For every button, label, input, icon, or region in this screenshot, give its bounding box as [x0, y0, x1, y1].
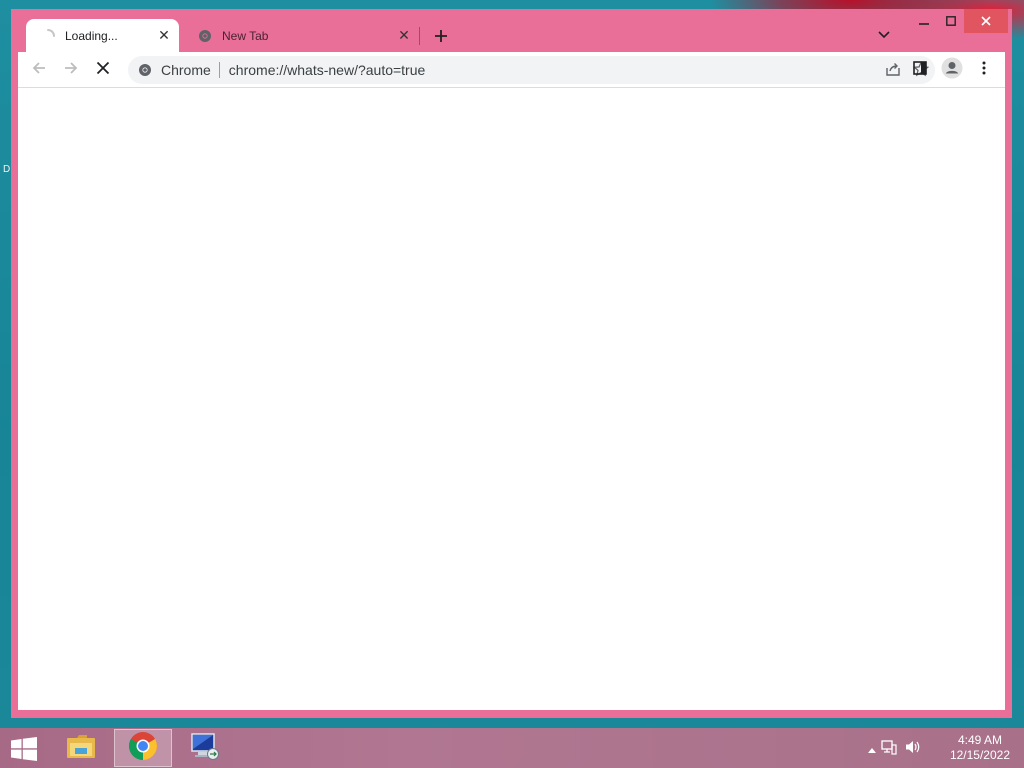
tab-loading[interactable]: Loading... ✕ [26, 19, 179, 52]
chrome-logo-icon [128, 731, 158, 766]
close-icon[interactable]: ✕ [155, 27, 173, 45]
speaker-icon [905, 739, 921, 760]
three-dot-menu-icon [982, 61, 986, 80]
address-bar[interactable]: Chrome chrome://whats-new/?auto=true [128, 56, 935, 84]
tab-title: Loading... [65, 28, 118, 43]
chevron-down-icon [878, 26, 890, 44]
taskbar-file-explorer[interactable] [52, 729, 110, 767]
network-button[interactable] [881, 739, 897, 760]
windows-logo-icon [10, 737, 38, 765]
forward-button[interactable] [59, 58, 83, 82]
share-button[interactable] [879, 56, 907, 84]
start-button[interactable] [10, 737, 38, 761]
browser-window: Loading... ✕ New Tab ✕ Chrome chrome://w… [11, 9, 1012, 718]
tab-new-tab[interactable]: New Tab ✕ [183, 19, 419, 52]
volume-button[interactable] [905, 739, 921, 760]
window-controls [910, 9, 1008, 33]
new-tab-button[interactable] [429, 25, 453, 47]
close-window-button[interactable] [964, 9, 1008, 33]
clock-time: 4:49 AM [957, 733, 1002, 747]
url-text[interactable]: chrome://whats-new/?auto=true [229, 62, 426, 78]
forward-arrow-icon [63, 60, 79, 81]
chrome-icon [137, 62, 153, 78]
profile-icon [941, 57, 963, 84]
clock[interactable]: 4:49 AM 12/15/2022 [950, 733, 1010, 763]
loading-spinner-icon [40, 28, 56, 44]
tab-strip: Loading... ✕ New Tab ✕ [11, 9, 1012, 52]
desktop-icon-label[interactable]: D [3, 164, 10, 175]
tab-separator [419, 27, 420, 45]
side-panel-button[interactable] [908, 58, 932, 82]
clock-date: 12/15/2022 [949, 748, 1010, 762]
taskbar: 4:49 AM 12/15/2022 [0, 728, 1024, 768]
folder-icon [65, 732, 97, 765]
taskbar-chrome[interactable] [114, 729, 172, 767]
remote-desktop-icon [189, 731, 221, 766]
system-tray: 4:49 AM 12/15/2022 [864, 728, 1024, 768]
tab-search-button[interactable] [875, 26, 893, 44]
caret-up-icon [868, 740, 876, 758]
close-icon[interactable]: ✕ [395, 27, 413, 45]
maximize-button[interactable] [937, 9, 964, 33]
menu-button[interactable] [972, 58, 996, 82]
browser-toolbar: Chrome chrome://whats-new/?auto=true [18, 52, 1005, 88]
network-icon [881, 739, 897, 760]
side-panel-icon [913, 60, 927, 80]
stop-icon [96, 61, 110, 80]
share-icon [885, 61, 901, 80]
chrome-icon [197, 28, 213, 44]
stop-button[interactable] [91, 58, 115, 82]
profile-button[interactable] [940, 57, 964, 84]
taskbar-remote-desktop[interactable] [176, 729, 234, 767]
site-chip[interactable]: Chrome [161, 62, 211, 78]
omnibox-divider [218, 62, 220, 78]
back-button[interactable] [27, 58, 51, 82]
tray-expand-button[interactable] [864, 741, 880, 757]
minimize-button[interactable] [910, 9, 937, 33]
tab-title: New Tab [222, 28, 269, 43]
page-content [18, 88, 1005, 710]
back-arrow-icon [31, 60, 47, 81]
